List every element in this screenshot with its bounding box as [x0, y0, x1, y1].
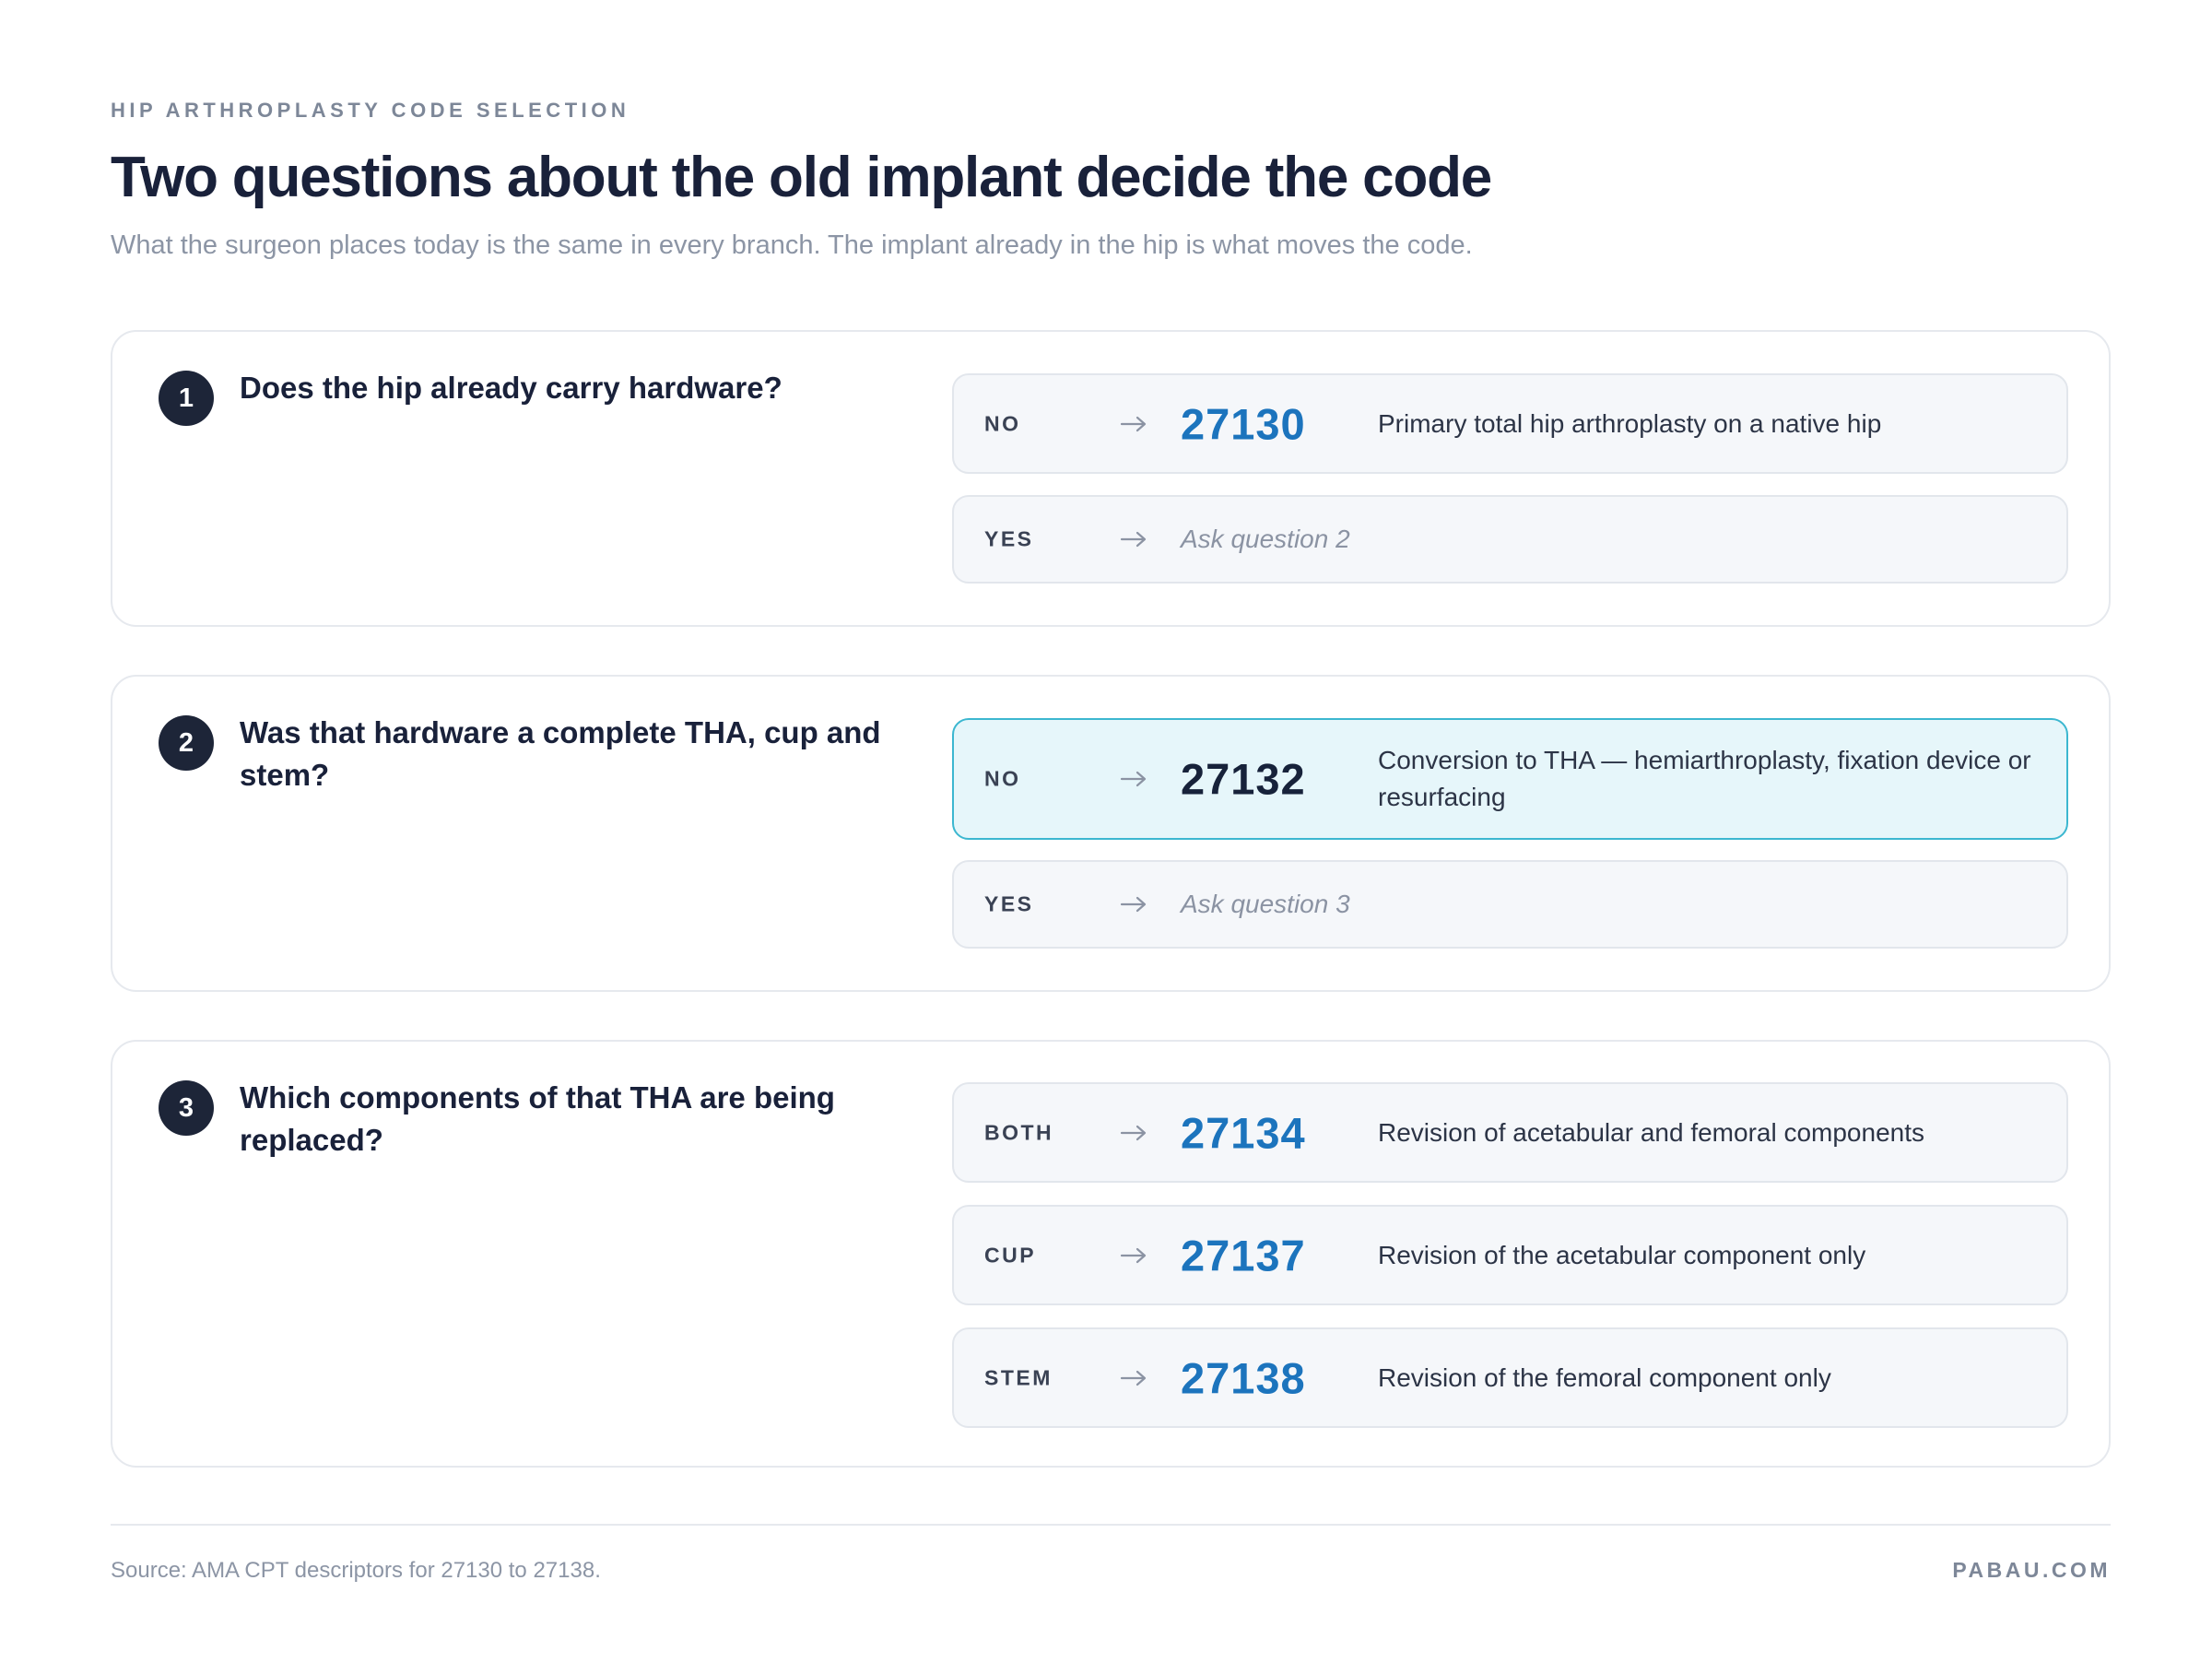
cpt-code: 27134 — [1181, 1108, 1306, 1157]
answer-key: STEM — [984, 1365, 1053, 1389]
brand-link[interactable]: PABAU.COM — [1952, 1558, 2111, 1583]
arrow-right-icon — [1120, 1125, 1147, 1140]
code-description: Revision of the acetabular component onl… — [1378, 1240, 1866, 1269]
step-question: Does the hip already carry hardware? — [240, 371, 782, 405]
step-number-badge: 3 — [159, 1080, 214, 1136]
cpt-code: 27137 — [1181, 1231, 1306, 1280]
page-title: Two questions about the old implant deci… — [111, 146, 1492, 209]
code-description: Primary total hip arthroplasty on a nati… — [1378, 408, 1882, 438]
next-question-link: Ask question 2 — [1181, 525, 1350, 553]
code-description: Revision of acetabular and femoral compo… — [1378, 1117, 1925, 1147]
next-question-link: Ask question 3 — [1181, 890, 1350, 918]
answer-row-yes[interactable]: YES Ask question 3 — [952, 860, 2068, 949]
source-note: Source: AMA CPT descriptors for 27130 to… — [111, 1558, 601, 1583]
eyebrow: HIP ARTHROPLASTY CODE SELECTION — [111, 99, 630, 122]
arrow-right-icon — [1120, 896, 1147, 913]
step-number-badge: 1 — [159, 371, 214, 426]
footer-divider — [111, 1524, 2111, 1526]
code-description: Revision of the femoral component only — [1378, 1362, 1831, 1392]
answer-row-no-highlighted[interactable]: NO 27132 Conversion to THA — hemiarthrop… — [952, 718, 2068, 840]
step-card-3: 3 Which components of that THA are being… — [111, 1040, 2111, 1468]
cpt-code: 27130 — [1181, 399, 1306, 448]
answer-key: NO — [984, 766, 1021, 791]
answer-row-stem[interactable]: STEM 27138 Revision of the femoral compo… — [952, 1327, 2068, 1428]
arrow-right-icon — [1120, 771, 1147, 787]
answer-key: BOTH — [984, 1120, 1054, 1144]
answer-row-both[interactable]: BOTH 27134 Revision of acetabular and fe… — [952, 1082, 2068, 1183]
step-question: Was that hardware a complete THA, cup an… — [240, 715, 881, 792]
page-subtitle: What the surgeon places today is the sam… — [111, 230, 1473, 260]
answer-row-cup[interactable]: CUP 27137 Revision of the acetabular com… — [952, 1205, 2068, 1305]
arrow-right-icon — [1120, 531, 1147, 548]
answer-key: NO — [984, 411, 1021, 435]
step-card-2: 2 Was that hardware a complete THA, cup … — [111, 675, 2111, 992]
answer-key: YES — [984, 526, 1034, 551]
answer-key: YES — [984, 891, 1034, 916]
step-card-1: 1 Does the hip already carry hardware? N… — [111, 330, 2111, 627]
code-description: Conversion to THA — hemiarthroplasty, fi… — [1378, 746, 2031, 811]
answer-row-no[interactable]: NO 27130 Primary total hip arthroplasty … — [952, 373, 2068, 474]
arrow-right-icon — [1120, 1370, 1147, 1386]
step-question: Which components of that THA are being r… — [240, 1080, 835, 1157]
answer-key: CUP — [984, 1243, 1037, 1267]
arrow-right-icon — [1120, 416, 1147, 431]
cpt-code: 27138 — [1181, 1353, 1306, 1402]
answer-row-yes[interactable]: YES Ask question 2 — [952, 495, 2068, 584]
page: HIP ARTHROPLASTY CODE SELECTION Two ques… — [111, 0, 2111, 1663]
step-number-badge: 2 — [159, 715, 214, 771]
cpt-code: 27132 — [1181, 754, 1306, 804]
arrow-right-icon — [1120, 1247, 1147, 1263]
